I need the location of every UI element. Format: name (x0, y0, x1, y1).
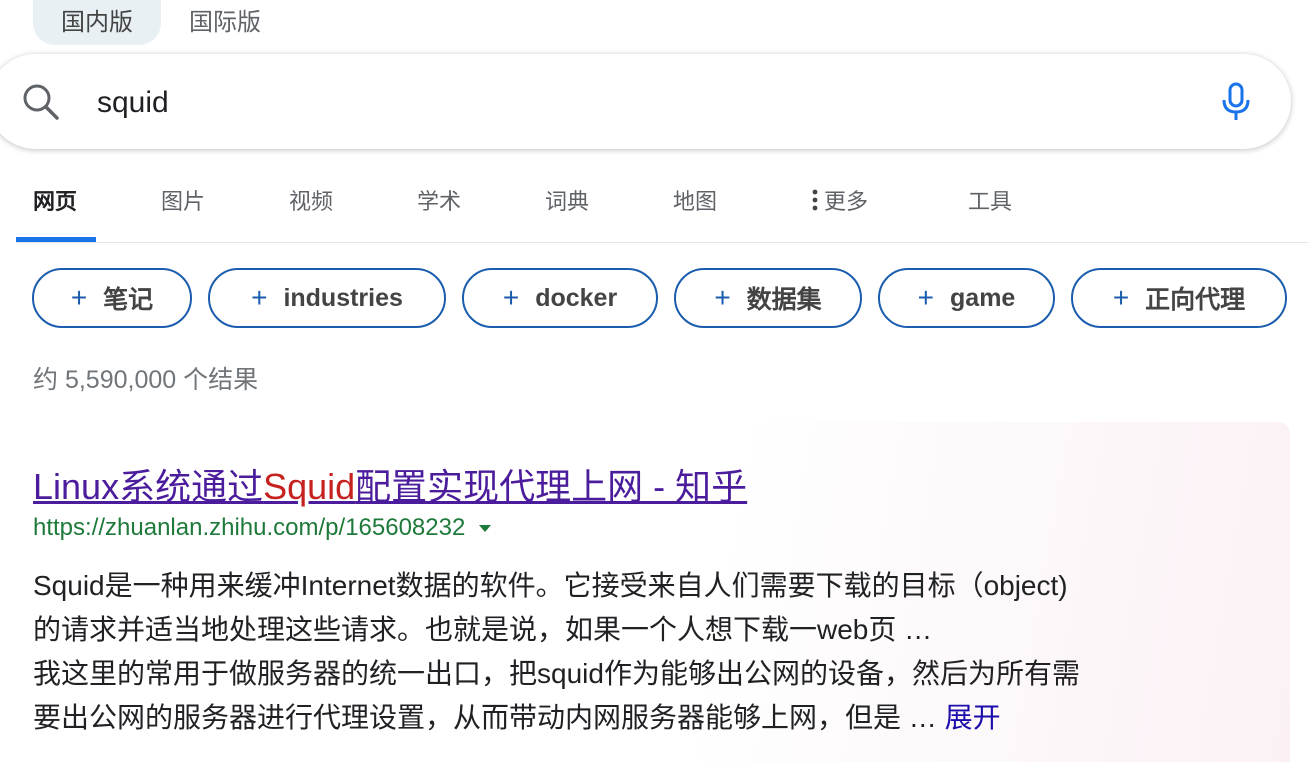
chip-forward-proxy[interactable]: + 正向代理 (1071, 268, 1287, 328)
microphone-icon[interactable] (1220, 82, 1252, 122)
vertical-tabs: 网页 图片 视频 学术 词典 地图 更多 工具 (16, 160, 1308, 243)
result-count: 约 5,590,000 个结果 (33, 366, 259, 394)
result-title-part: Linux系统通过 (33, 466, 264, 507)
chip-label: 正向代理 (1145, 286, 1246, 314)
result-snippet-line: 的请求并适当地处理这些请求。也就是说，如果一个人想下载一web页 … (33, 614, 933, 645)
result-url-text[interactable]: https://zhuanlan.zhihu.com/p/165608232 (33, 514, 465, 541)
result-url: https://zhuanlan.zhihu.com/p/165608232 (33, 514, 492, 542)
chip-docker[interactable]: + docker (462, 268, 658, 328)
result-snippet-line: 我这里的常用于做服务器的统一出口，把squid作为能够出公网的设备，然后为所有需 (33, 658, 1080, 689)
plus-icon: + (70, 282, 88, 313)
plus-icon: + (502, 282, 520, 313)
chip-label: game (950, 283, 1016, 312)
result-snippet-line: Squid是一种用来缓冲Internet数据的软件。它接受来自人们需要下载的目标… (33, 570, 1068, 601)
chip-game[interactable]: + game (878, 268, 1055, 328)
search-box (0, 54, 1291, 149)
result-snippet-line: 要出公网的服务器进行代理设置，从而带动内网服务器能够上网，但是 … 展开 (33, 696, 1273, 740)
plus-icon: + (917, 282, 935, 313)
tab-images[interactable]: 图片 (161, 184, 205, 216)
tab-dictionary[interactable]: 词典 (545, 184, 589, 216)
chip-label: industries (283, 283, 403, 312)
chip-industries[interactable]: + industries (208, 268, 446, 328)
result-title-keyword: Squid (263, 466, 356, 507)
vertical-dots-icon (812, 189, 818, 217)
chip-dataset[interactable]: + 数据集 (674, 268, 862, 328)
plus-icon: + (251, 282, 268, 313)
search-icon[interactable] (21, 82, 61, 122)
plus-icon: + (1112, 282, 1130, 313)
result-snippet-text: 要出公网的服务器进行代理设置，从而带动内网服务器能够上网，但是 … (33, 702, 945, 733)
tab-web[interactable]: 网页 (33, 184, 77, 216)
tab-tools[interactable]: 工具 (968, 184, 1012, 216)
region-international-tab[interactable]: 国际版 (161, 0, 289, 45)
tab-academic[interactable]: 学术 (417, 184, 461, 216)
tab-maps[interactable]: 地图 (673, 184, 717, 216)
region-toggle: 国内版 国际版 (33, 0, 289, 45)
active-tab-indicator (16, 237, 96, 242)
caret-down-icon[interactable] (479, 525, 492, 533)
tab-more-label: 更多 (824, 189, 869, 214)
result-title-link[interactable]: Linux系统通过Squid配置实现代理上网 - 知乎 (33, 458, 747, 510)
tab-more[interactable]: 更多 (812, 184, 868, 217)
plus-icon: + (714, 282, 731, 313)
search-input[interactable] (95, 78, 1149, 128)
expand-link[interactable]: 展开 (945, 702, 1001, 733)
tab-videos[interactable]: 视频 (289, 184, 333, 216)
region-domestic-tab[interactable]: 国内版 (33, 0, 161, 45)
chip-label: 笔记 (103, 286, 154, 314)
chip-notes[interactable]: + 笔记 (32, 268, 192, 328)
chip-label: 数据集 (746, 286, 822, 314)
chip-label: docker (535, 283, 618, 312)
result-title-part: 配置实现代理上网 - 知乎 (355, 466, 748, 507)
